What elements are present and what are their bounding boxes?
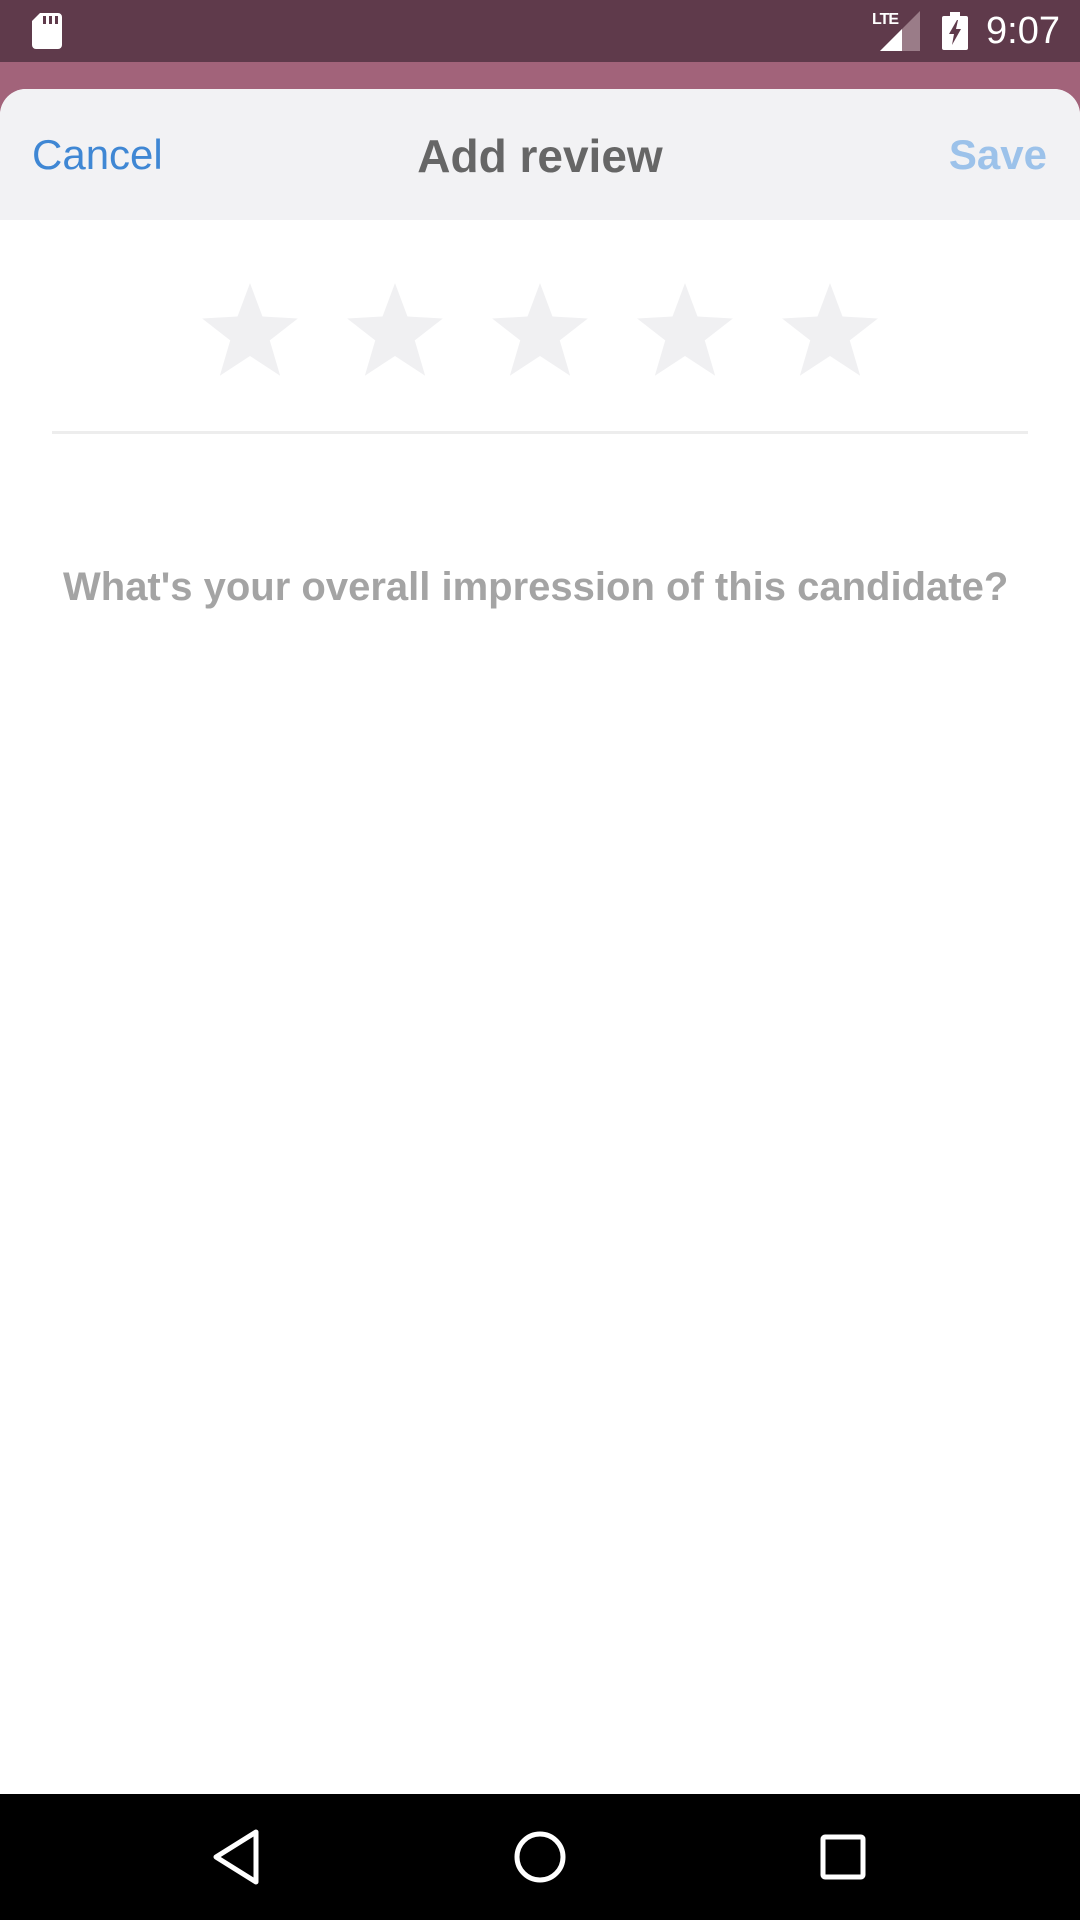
battery-charging-icon xyxy=(942,12,969,50)
status-icons: LTE 9:07 xyxy=(872,0,1060,62)
add-review-sheet: Cancel Add review Save What's your overa… xyxy=(0,89,1080,1794)
sd-card-icon xyxy=(32,13,62,49)
divider xyxy=(52,431,1028,434)
screen: LTE 9:07 Cancel Add review Save What's y… xyxy=(0,0,1080,1920)
star-3-icon[interactable] xyxy=(488,279,592,383)
sheet-header: Cancel Add review Save xyxy=(0,89,1080,220)
save-button[interactable]: Save xyxy=(949,131,1047,179)
signal-icon: LTE xyxy=(872,11,921,51)
navigation-bar xyxy=(0,1794,1080,1920)
star-4-icon[interactable] xyxy=(633,279,737,383)
status-clock: 9:07 xyxy=(986,9,1060,52)
star-2-icon[interactable] xyxy=(343,279,447,383)
page-title: Add review xyxy=(417,130,663,182)
status-bar: LTE 9:07 xyxy=(0,0,1080,62)
star-5-icon[interactable] xyxy=(778,279,882,383)
star-1-icon[interactable] xyxy=(198,279,302,383)
star-rating xyxy=(0,279,1080,389)
review-text-input[interactable]: What's your overall impression of this c… xyxy=(63,565,1040,610)
network-type-label: LTE xyxy=(872,11,899,28)
recents-icon[interactable] xyxy=(810,1824,876,1890)
home-icon[interactable] xyxy=(507,1824,573,1890)
back-icon[interactable] xyxy=(204,1824,270,1890)
